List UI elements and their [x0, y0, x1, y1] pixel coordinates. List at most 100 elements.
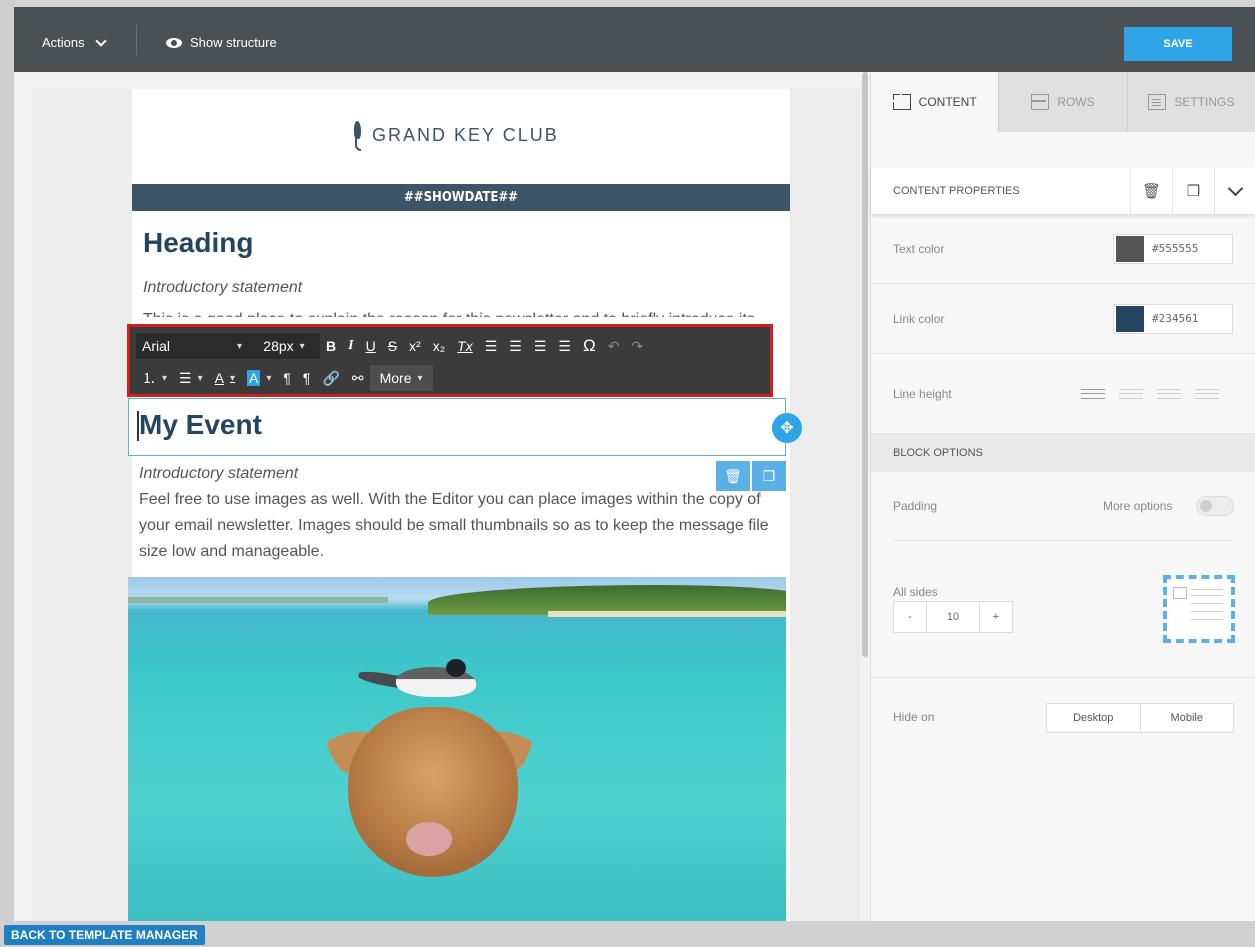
color-swatch: [1116, 235, 1144, 262]
showdate-bar[interactable]: ##SHOWDATE##: [132, 184, 790, 211]
highlight-color-icon[interactable]: A: [241, 365, 277, 391]
hidden-paragraph: This is a good place to explain the reas…: [143, 307, 783, 317]
hide-desktop-button[interactable]: Desktop: [1047, 704, 1141, 732]
divider: [893, 540, 1233, 541]
font-size-select[interactable]: 28px: [248, 333, 320, 359]
intro-statement[interactable]: Introductory statement: [143, 279, 302, 297]
trash-icon[interactable]: 🗑: [1130, 168, 1172, 214]
color-swatch: [1116, 305, 1144, 332]
undo-icon[interactable]: ↶: [602, 333, 626, 359]
sand-strip: [548, 611, 786, 617]
clear-format-button[interactable]: Tx: [451, 333, 479, 359]
hide-on-options: Desktop Mobile: [1046, 703, 1234, 733]
padding-value[interactable]: 10: [927, 602, 980, 632]
rtl-icon[interactable]: ¶: [297, 365, 317, 391]
tab-content[interactable]: CONTENT: [871, 72, 1000, 132]
ltr-icon[interactable]: ¶: [277, 365, 297, 391]
panel-tabs: CONTENT ROWS SETTINGS: [871, 72, 1255, 132]
superscript-button[interactable]: x²: [403, 333, 427, 359]
hide-mobile-button[interactable]: Mobile: [1141, 704, 1234, 732]
strikethrough-button[interactable]: S: [382, 333, 403, 359]
duplicate-icon[interactable]: ❐: [1172, 168, 1214, 214]
event-title[interactable]: My Event: [139, 409, 262, 441]
special-char-button[interactable]: Ω: [577, 333, 602, 359]
link-color-row: Link color #234561: [871, 284, 1255, 354]
intro-statement-2[interactable]: Introductory statement: [139, 465, 298, 483]
text-color-value: #555555: [1152, 242, 1199, 255]
text-color-picker[interactable]: #555555: [1113, 233, 1233, 264]
bullet-list-icon[interactable]: ☰: [173, 365, 209, 391]
text-lines-icon: [1191, 589, 1223, 590]
underline-button[interactable]: U: [360, 333, 382, 359]
unlink-icon[interactable]: ⚯: [346, 365, 370, 391]
line-height-wide-icon[interactable]: [1195, 388, 1219, 399]
window-edge: [0, 0, 14, 947]
align-center-icon[interactable]: ☰: [503, 333, 528, 359]
text-color-icon[interactable]: A: [209, 365, 241, 391]
rich-text-toolbar: Arial 28px B I U S x² x₂ Tx ☰ ☰ ☰ ☰ Ω ↶ …: [127, 324, 773, 397]
image-placeholder-icon: [1173, 587, 1187, 599]
all-sides-label: All sides: [893, 585, 938, 599]
content-properties-header: CONTENT PROPERTIES 🗑 ❐: [871, 168, 1255, 214]
logo: GRAND KEY CLUB: [352, 121, 559, 151]
italic-button[interactable]: I: [342, 333, 359, 359]
tab-settings[interactable]: SETTINGS: [1128, 72, 1255, 132]
bold-button[interactable]: B: [320, 333, 342, 359]
chevron-down-icon[interactable]: [1214, 168, 1255, 214]
body-paragraph[interactable]: Feel free to use images as well. With th…: [139, 487, 779, 565]
selected-text-block[interactable]: My Event: [128, 398, 786, 456]
padding-preview-icon: [1163, 575, 1235, 643]
padding-stepper: - 10 +: [893, 601, 1013, 633]
tab-label: CONTENT: [918, 95, 977, 109]
font-value: Arial: [142, 338, 171, 354]
show-structure-toggle[interactable]: Show structure: [166, 35, 277, 50]
more-button[interactable]: More: [369, 365, 433, 391]
back-to-template-manager-button[interactable]: BACK TO TEMPLATE MANAGER: [4, 925, 205, 945]
numbered-list-icon[interactable]: ⒈: [136, 365, 173, 391]
heading-block[interactable]: Heading: [143, 227, 253, 259]
save-button[interactable]: SAVE: [1124, 27, 1232, 61]
eye-icon: [166, 37, 182, 48]
line-height-loose-icon[interactable]: [1157, 388, 1181, 399]
align-right-icon[interactable]: ☰: [528, 333, 553, 359]
rows-icon: [1031, 94, 1050, 110]
logo-text: GRAND KEY CLUB: [372, 124, 559, 145]
text-color-label: Text color: [893, 241, 945, 256]
line-height-row: Line height: [871, 354, 1255, 434]
link-color-picker[interactable]: #234561: [1113, 303, 1233, 334]
tab-rows[interactable]: ROWS: [999, 72, 1128, 132]
editor-window: Actions Show structure SAVE GRAND KEY CL…: [14, 7, 1255, 947]
divider: [136, 25, 137, 55]
hide-on-label: Hide on: [893, 710, 935, 724]
link-icon[interactable]: 🔗: [316, 365, 345, 391]
content-properties-title: CONTENT PROPERTIES: [893, 185, 1020, 197]
canvas-scrollbar[interactable]: [860, 72, 870, 947]
beach-pig-image[interactable]: [128, 577, 786, 947]
subscript-button[interactable]: x₂: [427, 333, 451, 359]
line-height-tight-icon[interactable]: [1081, 388, 1105, 399]
line-height-normal-icon[interactable]: [1119, 388, 1143, 399]
font-family-select[interactable]: Arial: [136, 333, 248, 359]
padding-label: Padding: [893, 499, 938, 513]
size-value: 28px: [263, 338, 294, 354]
align-justify-icon[interactable]: ☰: [552, 333, 577, 359]
divider: [871, 677, 1255, 678]
more-options-toggle[interactable]: [1196, 496, 1234, 516]
move-icon[interactable]: ✥: [772, 413, 802, 443]
padding-increment[interactable]: +: [980, 602, 1012, 632]
scrollbar-thumb[interactable]: [862, 72, 868, 657]
more-options-label: More options: [1103, 499, 1173, 513]
padding-decrement[interactable]: -: [894, 602, 928, 632]
actions-menu[interactable]: Actions: [42, 34, 107, 50]
chevron-down-icon: [94, 34, 107, 47]
tab-label: SETTINGS: [1174, 95, 1235, 109]
pig-snout: [406, 822, 452, 856]
tab-label: ROWS: [1057, 95, 1095, 109]
seahorse-icon: [352, 121, 362, 151]
bottom-bar: BACK TO TEMPLATE MANAGER: [0, 921, 1255, 947]
align-left-icon[interactable]: ☰: [479, 333, 504, 359]
distant-shore: [128, 597, 388, 603]
link-color-value: #234561: [1152, 312, 1199, 325]
show-structure-label: Show structure: [190, 35, 277, 50]
redo-icon[interactable]: ↷: [625, 333, 649, 359]
